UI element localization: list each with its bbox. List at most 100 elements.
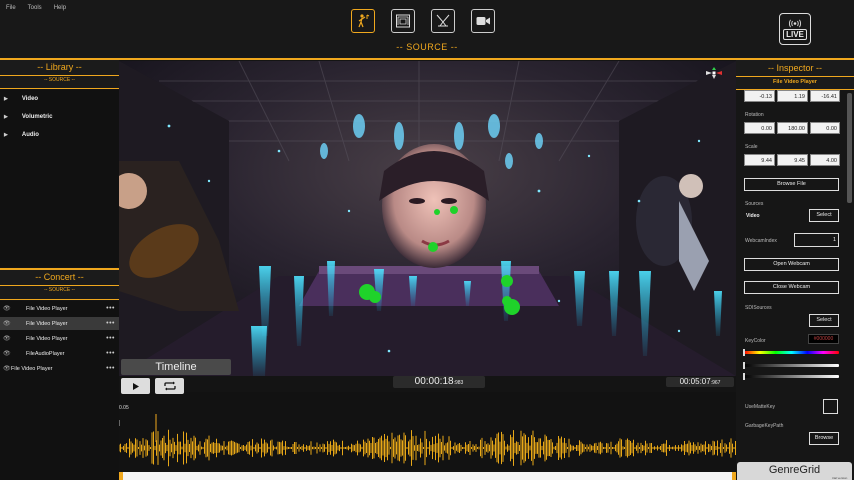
- concert-item-selected[interactable]: 👁 File Video Player •••: [0, 317, 119, 330]
- rotation-label: Rotation: [745, 112, 764, 118]
- concert-item-label: File Video Player: [26, 320, 68, 327]
- inspector-header: -- Inspector -- File Video Player: [736, 60, 854, 90]
- open-webcam-button[interactable]: Open Webcam: [744, 258, 839, 271]
- broadcast-icon: [788, 19, 802, 27]
- library-list: ▶ Video ▶ Volumetric ▶ Audio: [0, 90, 119, 267]
- slider-handle[interactable]: [743, 349, 745, 356]
- play-button[interactable]: [121, 378, 150, 394]
- stage-mode-button[interactable]: [391, 9, 415, 33]
- rotation-y-field[interactable]: 180.00: [777, 122, 808, 134]
- library-item-volumetric[interactable]: ▶ Volumetric: [4, 114, 52, 120]
- total-time: 00:05:07:967: [666, 377, 734, 387]
- library-item-video[interactable]: ▶ Video: [4, 96, 38, 102]
- more-options-icon[interactable]: •••: [106, 305, 115, 312]
- total-time-ms: :967: [710, 380, 721, 386]
- eye-icon[interactable]: 👁: [3, 350, 11, 357]
- top-bar: File Tools Help -- SOURCE -- LIVE: [0, 0, 854, 58]
- key-color-label: KeyColor: [745, 338, 766, 344]
- transport-controls: [121, 378, 184, 394]
- library-item-label: Audio: [21, 132, 39, 138]
- value-slider[interactable]: [744, 375, 839, 378]
- scale-x-field[interactable]: 9.44: [744, 154, 775, 166]
- concert-item[interactable]: 👁 File Video Player •••: [0, 362, 119, 375]
- source-select-button[interactable]: Select: [809, 209, 839, 222]
- menu-help[interactable]: Help: [54, 5, 66, 11]
- axis-gizmo-icon[interactable]: [704, 66, 724, 80]
- use-matte-key-checkbox[interactable]: [823, 399, 838, 414]
- library-item-label: Video: [21, 96, 39, 102]
- library-item-label: Volumetric: [21, 114, 53, 120]
- mode-toolbar: [351, 9, 495, 33]
- garbage-browse-button[interactable]: Browse: [809, 432, 839, 445]
- webcam-index-label: WebcamIndex: [745, 238, 777, 244]
- more-options-icon[interactable]: •••: [106, 320, 115, 327]
- total-time-value: 00:05:07: [679, 377, 711, 386]
- inspector-subtitle: File Video Player: [736, 76, 854, 88]
- eye-icon[interactable]: 👁: [3, 305, 11, 312]
- scene-render: [119, 61, 736, 376]
- concert-item-label: File Video Player: [26, 305, 68, 312]
- key-color-swatch[interactable]: #000000: [808, 334, 839, 344]
- library-item-audio[interactable]: ▶ Audio: [4, 132, 39, 138]
- concert-item-label: File Video Player: [11, 365, 53, 372]
- expand-arrow-icon: ▶: [4, 96, 8, 102]
- menu-file[interactable]: File: [6, 5, 16, 11]
- close-webcam-button[interactable]: Close Webcam: [744, 281, 839, 294]
- concert-item[interactable]: 👁 FileAudioPlayer •••: [0, 347, 119, 360]
- more-options-icon[interactable]: •••: [106, 350, 115, 357]
- live-button[interactable]: LIVE: [779, 13, 811, 45]
- slider-handle[interactable]: [743, 362, 745, 369]
- camera-mode-button[interactable]: [471, 9, 495, 33]
- hue-slider[interactable]: [744, 351, 839, 354]
- play-icon: [133, 382, 139, 390]
- eye-icon[interactable]: 👁: [3, 335, 11, 342]
- concert-item[interactable]: 👁 File Video Player •••: [0, 332, 119, 345]
- slider-handle[interactable]: [743, 373, 745, 380]
- rotation-x-field[interactable]: 0.00: [744, 122, 775, 134]
- concert-title: -- Concert --: [35, 272, 84, 282]
- mode-title: -- SOURCE --: [396, 42, 458, 52]
- concert-list: 👁 File Video Player ••• 👁 File Video Pla…: [0, 301, 119, 480]
- header-divider: [0, 58, 854, 60]
- stage-icon: [396, 14, 410, 28]
- current-time-value: 00:00:18: [414, 376, 454, 387]
- concert-item[interactable]: 👁 File Video Player •••: [0, 302, 119, 315]
- loop-button[interactable]: [155, 378, 184, 394]
- timeline-label: Timeline: [121, 359, 231, 375]
- menu-tools[interactable]: Tools: [28, 5, 42, 11]
- audio-waveform[interactable]: [119, 427, 736, 469]
- inspector-scrollbar[interactable]: [847, 93, 852, 203]
- current-time: 00:00:18:983: [393, 376, 485, 388]
- webcam-index-field[interactable]: 1: [794, 233, 839, 247]
- browse-file-button[interactable]: Browse File: [744, 178, 839, 191]
- eye-icon[interactable]: 👁: [3, 320, 11, 327]
- scene-viewport[interactable]: [119, 61, 736, 376]
- more-options-icon[interactable]: •••: [106, 335, 115, 342]
- lighting-mode-button[interactable]: [431, 9, 455, 33]
- performer-icon: [358, 14, 370, 28]
- saturation-slider[interactable]: [744, 364, 839, 367]
- position-x-field[interactable]: -0.13: [744, 90, 775, 102]
- expand-arrow-icon: ▶: [4, 114, 8, 120]
- eye-icon[interactable]: 👁: [3, 365, 11, 372]
- brand-subtitle: trial version: [832, 476, 848, 480]
- timeline-scrollbar[interactable]: [119, 472, 736, 480]
- scale-z-field[interactable]: 4.00: [810, 154, 840, 166]
- library-title: -- Library --: [37, 62, 82, 72]
- position-z-field[interactable]: -16.41: [810, 90, 840, 102]
- sdi-select-button[interactable]: Select: [809, 314, 839, 327]
- use-matte-key-label: UseMatteKey: [745, 404, 776, 410]
- concert-section: -- SOURCE --: [0, 285, 119, 295]
- more-options-icon[interactable]: •••: [106, 365, 115, 372]
- source-mode-button[interactable]: [351, 9, 375, 33]
- rotation-z-field[interactable]: 0.00: [810, 122, 840, 134]
- spotlight-icon: [436, 14, 450, 27]
- camera-icon: [476, 17, 490, 25]
- scale-y-field[interactable]: 9.45: [777, 154, 808, 166]
- position-y-field[interactable]: 1.19: [777, 90, 808, 102]
- library-section: -- SOURCE --: [0, 75, 119, 85]
- scale-label: Scale: [745, 144, 758, 150]
- concert-header: -- Concert -- -- SOURCE --: [0, 268, 119, 300]
- live-label: LIVE: [783, 28, 807, 40]
- inspector-title: -- Inspector --: [767, 63, 822, 73]
